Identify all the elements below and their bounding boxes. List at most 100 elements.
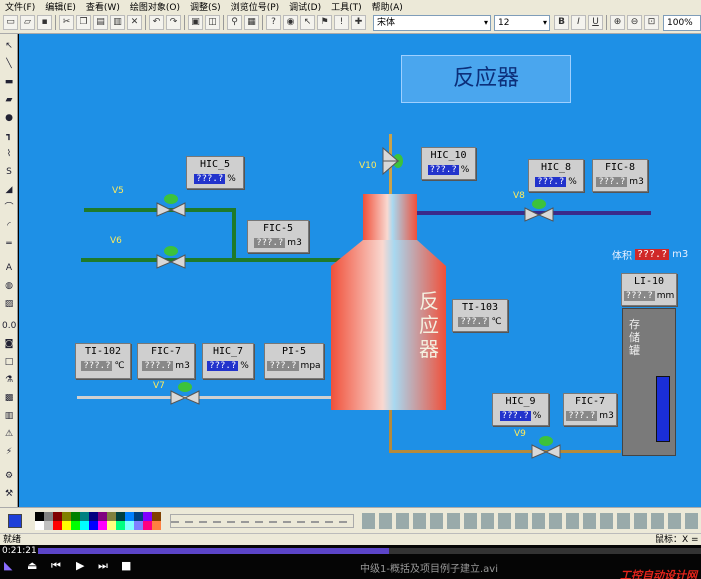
bold-button[interactable]: B (554, 15, 569, 30)
cut-icon[interactable]: ✂ (59, 15, 74, 30)
tag-unit: ℃ (114, 361, 125, 371)
misc-tool-icon[interactable]: ⚒ (2, 488, 16, 500)
tag-unit: m3 (629, 177, 644, 187)
menu-file[interactable]: 文件(F) (0, 0, 40, 13)
color-grid[interactable] (35, 512, 161, 530)
valve-v10[interactable] (379, 146, 405, 180)
tag-fic8[interactable]: FIC-8 ???.? m3 (592, 159, 648, 192)
tag-hic9[interactable]: HIC_9 ???.?% (492, 393, 549, 426)
tag-hic8[interactable]: HIC_8 ???.?% (528, 159, 584, 192)
process-canvas[interactable]: 反应器 反应器 存储罐 体积 ???.? m3 V5 V6 V7 V8 V9 V… (19, 34, 701, 507)
chart-tool-icon[interactable]: ▥ (2, 410, 16, 422)
tag-hic5[interactable]: HIC_5 ???.?% (186, 156, 244, 189)
tag-name: HIC_5 (199, 159, 231, 170)
bezier-icon[interactable]: ◜ (2, 220, 16, 232)
pointer-icon[interactable]: ↖ (2, 40, 16, 52)
debug-icon[interactable]: ! (334, 15, 349, 30)
window-restore-icon[interactable]: ◫ (205, 15, 220, 30)
number-display-icon[interactable]: 0.0 (2, 320, 16, 332)
font-size-select[interactable]: 12 ▾ (494, 15, 550, 31)
line-icon[interactable]: ╲ (2, 58, 16, 70)
next-icon[interactable]: ⏭ (98, 559, 108, 573)
eject-icon[interactable]: ⏏ (27, 559, 37, 572)
button-control-icon[interactable]: ◙ (2, 338, 16, 350)
valve-v9[interactable] (531, 433, 561, 459)
alarm-tool-icon[interactable]: ⚠ (2, 428, 16, 440)
delete-icon[interactable]: ✕ (127, 15, 142, 30)
copy-icon[interactable]: ❐ (76, 15, 91, 30)
valve-v5[interactable] (156, 191, 186, 217)
menu-browse-tags[interactable]: 浏览位号(P) (226, 0, 284, 13)
tag-ti103[interactable]: TI-103 ???.? ℃ (452, 299, 508, 332)
tag-fic5[interactable]: FIC-5 ???.? m3 (247, 220, 309, 253)
menu-tools[interactable]: 工具(T) (326, 0, 367, 13)
globe-icon[interactable]: ◍ (2, 280, 16, 292)
new-file-icon[interactable]: ▭ (3, 15, 18, 30)
tag-icon[interactable]: ⚑ (317, 15, 332, 30)
help-icon[interactable]: ? (266, 15, 281, 30)
valve-label-v5: V5 (112, 186, 124, 196)
play-icon[interactable]: ▶ (76, 559, 84, 572)
menu-debug[interactable]: 调试(D) (284, 0, 326, 13)
tag-fic7-right[interactable]: FIC-7 ???.? m3 (563, 393, 617, 426)
font-family-select[interactable]: 宋体 ▾ (373, 15, 491, 31)
stop-icon[interactable]: ■ (121, 559, 131, 572)
frame-icon[interactable]: □ (2, 356, 16, 368)
zoom-fit-icon[interactable]: ⊡ (644, 15, 659, 30)
trend-tool-icon[interactable]: ⚡ (2, 446, 16, 458)
tag-hic10[interactable]: HIC_10 ???.?% (421, 147, 476, 180)
find-icon[interactable]: ⚲ (227, 15, 242, 30)
tank-tool-icon[interactable]: ▩ (2, 392, 16, 404)
browse-icon[interactable]: ◉ (283, 15, 298, 30)
ellipse-icon[interactable]: ● (2, 112, 16, 124)
menu-edit[interactable]: 编辑(E) (40, 0, 81, 13)
tag-li10[interactable]: LI-10 ???.? mm (621, 273, 677, 306)
previous-icon[interactable]: ⏮ (51, 559, 61, 573)
redo-icon[interactable]: ↷ (166, 15, 181, 30)
tag-name: FIC-5 (262, 223, 294, 234)
zoom-in-icon[interactable]: ⊕ (610, 15, 625, 30)
rounded-rect-icon[interactable]: ▰ (2, 94, 16, 106)
pipe-icon[interactable]: ┓ (2, 130, 16, 142)
underline-button[interactable]: U (588, 15, 603, 30)
paste-icon[interactable]: ▤ (93, 15, 108, 30)
tag-unit: % (240, 361, 249, 371)
logo-icon: ◣ (4, 559, 13, 572)
paste-special-icon[interactable]: ▥ (110, 15, 125, 30)
tag-fic7-left[interactable]: FIC-7 ???.? m3 (137, 343, 195, 379)
zoom-out-icon[interactable]: ⊖ (627, 15, 642, 30)
polyline-icon[interactable]: ⌇ (2, 148, 16, 160)
line-style-picker[interactable] (170, 514, 354, 528)
menu-help[interactable]: 帮助(A) (367, 0, 408, 13)
rectangle-icon[interactable]: ▬ (2, 76, 16, 88)
menu-view[interactable]: 查看(W) (81, 0, 125, 13)
save-icon[interactable]: ▪ (37, 15, 52, 30)
valve-tool-icon[interactable]: ⚗ (2, 374, 16, 386)
polygon-icon[interactable]: ◢ (2, 184, 16, 196)
image-icon[interactable]: ▨ (2, 298, 16, 310)
valve-v7[interactable] (170, 379, 200, 405)
text-icon[interactable]: A (2, 262, 16, 274)
menu-draw-objects[interactable]: 绘图对象(O) (125, 0, 185, 13)
current-color-swatch[interactable] (8, 514, 22, 528)
context-help-icon[interactable]: ↖ (300, 15, 315, 30)
report-tool-icon[interactable]: ⚙ (2, 470, 16, 482)
valve-v8[interactable] (524, 196, 554, 222)
cross-icon[interactable]: ✚ (351, 15, 366, 30)
grid-icon[interactable]: ▦ (244, 15, 259, 30)
valve-v6[interactable] (156, 243, 186, 269)
italic-button[interactable]: I (571, 15, 586, 30)
menu-adjust[interactable]: 调整(S) (185, 0, 226, 13)
double-line-icon[interactable]: ═ (2, 238, 16, 250)
arc-icon[interactable]: ⌒ (2, 202, 16, 214)
window-icon[interactable]: ▣ (188, 15, 203, 30)
tag-ti102[interactable]: TI-102 ???.? ℃ (75, 343, 131, 379)
seek-bar[interactable] (38, 548, 701, 554)
tag-hic7[interactable]: HIC_7 ???.?% (202, 343, 254, 379)
fill-pattern-picker[interactable] (362, 513, 700, 529)
zoom-select[interactable]: 100% (663, 15, 701, 31)
undo-icon[interactable]: ↶ (149, 15, 164, 30)
tag-pi5[interactable]: PI-5 ???.? mpa (264, 343, 324, 379)
open-folder-icon[interactable]: ▱ (20, 15, 35, 30)
curve-icon[interactable]: S (2, 166, 16, 178)
